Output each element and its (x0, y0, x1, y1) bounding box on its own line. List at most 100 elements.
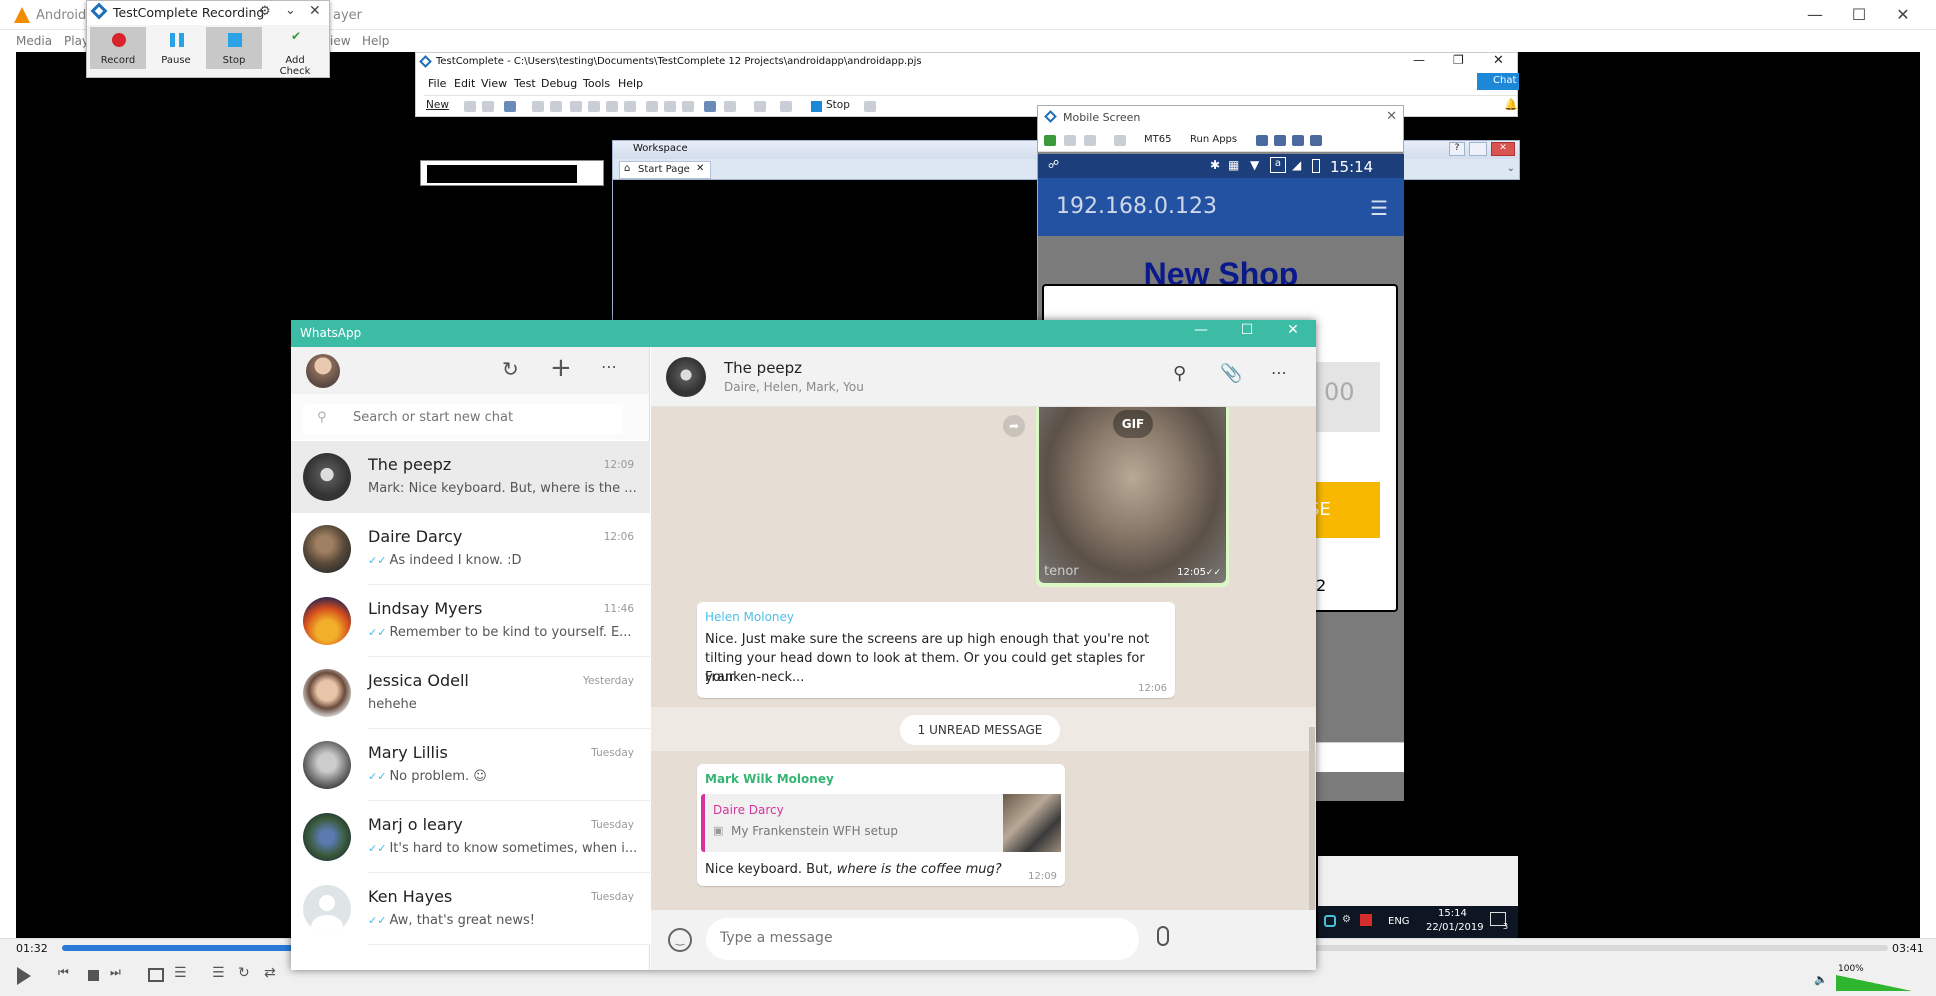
record-test-icon[interactable] (646, 101, 658, 112)
add-check-button[interactable]: ✔ Add Check (267, 27, 323, 77)
quoted-message[interactable]: Daire Darcy ▣ My Frankenstein WFH setup (701, 794, 1061, 852)
tc-menu-tools[interactable]: Tools (583, 77, 610, 90)
app-icon[interactable] (1324, 915, 1336, 927)
restore-icon[interactable] (1469, 142, 1487, 156)
pause-button[interactable]: Pause (148, 27, 204, 69)
speaker-icon[interactable]: 🔈 (1814, 973, 1828, 986)
window-icon[interactable] (1292, 135, 1304, 146)
layout-icon[interactable] (1256, 135, 1268, 146)
help-icon[interactable]: ? (1449, 142, 1465, 156)
open-icon[interactable] (464, 101, 476, 112)
extended-settings-icon[interactable]: ☰ (174, 965, 187, 981)
record-button[interactable]: Record (90, 27, 146, 69)
grid-icon[interactable] (1274, 135, 1286, 146)
paste-icon[interactable] (606, 101, 618, 112)
step-icon[interactable] (780, 101, 792, 112)
run-test-icon[interactable] (682, 101, 694, 112)
pdf-icon[interactable] (1360, 914, 1372, 926)
close-icon[interactable]: ✕ (1880, 0, 1926, 30)
message-input[interactable] (720, 930, 1120, 946)
tc-menu-view[interactable]: View (481, 77, 507, 90)
emoji-icon[interactable]: ‿ (668, 928, 692, 952)
debug-icon[interactable] (864, 101, 876, 112)
save-screen-icon[interactable] (1084, 135, 1096, 146)
close-icon[interactable]: ✕ (1270, 322, 1316, 338)
gif-image[interactable]: GIF tenor 12:05 ✓✓ (1039, 407, 1226, 583)
tab-start-page[interactable]: ⌂ Start Page ✕ (619, 161, 711, 179)
tray-icon[interactable]: ⚙ (1342, 914, 1351, 925)
gear-icon[interactable]: ⚙ (259, 4, 271, 19)
chat-item-jessica-odell[interactable]: Jessica Odell Yesterday hehehe (291, 657, 650, 729)
volume-slider[interactable] (1836, 975, 1912, 991)
new-chat-icon[interactable]: + (550, 353, 572, 383)
playlist-icon[interactable]: ☰ (212, 965, 225, 981)
stop-button[interactable]: Stop (206, 27, 262, 69)
pause-run-icon[interactable] (754, 101, 766, 112)
stop-icon[interactable] (88, 970, 99, 981)
copy-screen-icon[interactable] (1114, 135, 1126, 146)
record-screen-icon[interactable] (1064, 135, 1076, 146)
chat-item-mary-lillis[interactable]: Mary Lillis Tuesday ✓✓ No problem. ☺ (291, 729, 650, 801)
close-icon[interactable]: ✕ (1493, 53, 1504, 68)
bell-icon[interactable]: 🔔 (1504, 98, 1518, 111)
avatar[interactable] (666, 357, 706, 397)
attach-icon[interactable]: 📎 (1220, 363, 1242, 384)
fullscreen-icon[interactable] (148, 968, 164, 982)
chat-item-daire-darcy[interactable]: Daire Darcy 12:06 ✓✓ As indeed I know. :D (291, 513, 650, 585)
menu-media[interactable]: Media (16, 34, 52, 48)
message-mark[interactable]: Mark Wilk Moloney Daire Darcy ▣ My Frank… (697, 764, 1065, 886)
run-project-icon[interactable] (724, 101, 736, 112)
close-tab-icon[interactable]: ✕ (696, 163, 704, 174)
loop-icon[interactable]: ↻ (238, 965, 250, 981)
cut-icon[interactable] (570, 101, 582, 112)
chat-button[interactable]: Chat (1477, 73, 1519, 90)
chat-item-ken-hayes[interactable]: Ken Hayes Tuesday ✓✓ Aw, that's great new… (291, 873, 650, 945)
run-apps-button[interactable]: Run Apps (1190, 134, 1237, 145)
message-helen[interactable]: Helen Moloney Nice. Just make sure the s… (697, 602, 1175, 698)
device-selector[interactable]: MT65 (1144, 134, 1171, 145)
minimize-icon[interactable]: — (1413, 53, 1425, 67)
save-icon[interactable] (482, 101, 494, 112)
chat-item-the-peepz[interactable]: The peepz 12:09 Mark: Nice keyboard. But… (291, 441, 650, 513)
stop-run-label[interactable]: Stop (826, 99, 850, 111)
tc-menu-edit[interactable]: Edit (454, 77, 475, 90)
refresh-icon[interactable] (1044, 135, 1056, 146)
close-icon[interactable]: ✕ (309, 3, 321, 19)
tc-menu-debug[interactable]: Debug (541, 77, 577, 90)
microphone-icon[interactable] (1157, 926, 1169, 946)
more-options-icon[interactable]: ⋯ (601, 357, 617, 376)
delete-icon[interactable] (624, 101, 636, 112)
chat-item-marj-o-leary[interactable]: Marj o leary Tuesday ✓✓ It's hard to know… (291, 801, 650, 873)
close-icon[interactable]: ✕ (1386, 109, 1397, 124)
redo-icon[interactable] (550, 101, 562, 112)
maximize-icon[interactable]: ☐ (1224, 322, 1270, 338)
restore-icon[interactable]: ❐ (1453, 53, 1464, 67)
avatar[interactable] (306, 354, 340, 388)
chat-item-lindsay-myers[interactable]: Lindsay Myers 11:46 ✓✓ Remember to be kin… (291, 585, 650, 657)
search-icon[interactable]: ⚲ (1173, 363, 1186, 384)
maximize-icon[interactable]: ☐ (1836, 0, 1882, 30)
tc-menu-test[interactable]: Test (514, 77, 536, 90)
more-options-icon[interactable]: ⋯ (1271, 363, 1287, 382)
forward-icon[interactable]: ➦ (1003, 415, 1025, 437)
copy-icon[interactable] (588, 101, 600, 112)
tc-menu-help[interactable]: Help (618, 77, 643, 90)
save-all-icon[interactable] (504, 101, 516, 112)
menu-help[interactable]: Help (362, 34, 389, 48)
gif-badge[interactable]: GIF (1113, 410, 1153, 438)
gif-message[interactable]: GIF tenor 12:05 ✓✓ (1036, 407, 1229, 587)
search-box[interactable]: ⚲ (303, 404, 623, 434)
chevron-down-icon[interactable]: ⌄ (285, 3, 296, 18)
play-icon[interactable] (17, 967, 31, 985)
search-input[interactable] (353, 410, 603, 425)
minimize-icon[interactable]: — (1178, 322, 1224, 338)
hamburger-menu-icon[interactable]: ☰ (1370, 196, 1388, 220)
stop-run-icon[interactable] (811, 101, 822, 112)
new-button[interactable]: New (426, 99, 449, 111)
input-language[interactable]: ENG (1388, 916, 1410, 927)
tc-menu-file[interactable]: File (428, 77, 446, 90)
run-icon[interactable] (664, 101, 676, 112)
menu-view[interactable]: iew (330, 34, 351, 48)
next-icon[interactable]: ⏭ (110, 965, 130, 985)
shuffle-icon[interactable]: ⇄ (264, 965, 276, 981)
